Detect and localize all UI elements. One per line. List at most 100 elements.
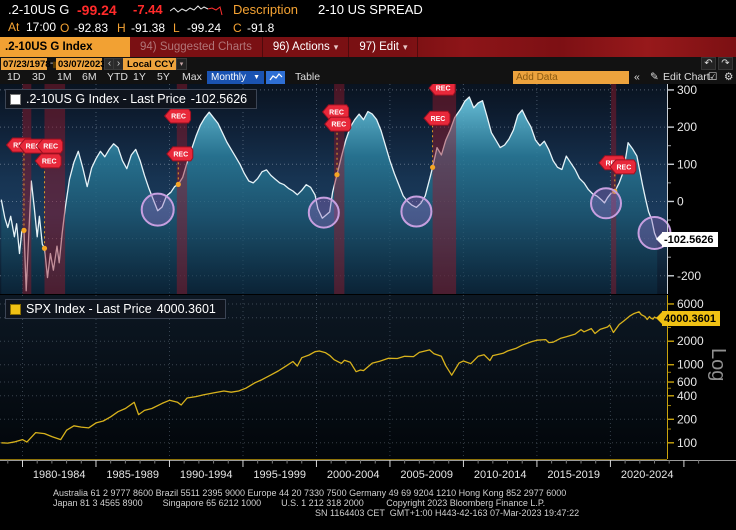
svg-text:400: 400: [677, 389, 697, 403]
at-time: 17:00: [26, 20, 57, 34]
spx-swatch: [10, 303, 21, 315]
ohlc-key: L: [173, 21, 180, 35]
x-axis-label: 1995-1999: [253, 469, 306, 481]
spx-last-value: 4000.3601: [156, 302, 216, 316]
svg-text:300: 300: [677, 84, 697, 97]
dropdown-caret-icon: ▾: [402, 41, 408, 52]
redo-button[interactable]: ↷: [718, 57, 733, 70]
rec-flag: REC: [324, 116, 352, 132]
table-button[interactable]: Table: [295, 71, 320, 83]
security-header: .2-10US G -99.24 -7.44 Description 2-10 …: [0, 0, 736, 20]
footer-session-info: SN 1164403 CET GMT+1:00 H443-42-163 07-M…: [315, 508, 580, 518]
date-to-input[interactable]: 03/07/2023 ▦: [56, 58, 115, 70]
dropdown-caret-icon: ▾: [333, 41, 339, 52]
undo-button[interactable]: ↶: [701, 57, 716, 70]
svg-text:600: 600: [677, 375, 697, 389]
currency-select[interactable]: Local CCY: [123, 58, 179, 70]
x-axis-label: 2005-2009: [400, 469, 453, 481]
svg-text:100: 100: [677, 436, 697, 450]
svg-text:6000: 6000: [677, 297, 704, 311]
price-change: -99.24: [77, 2, 117, 18]
recession-start-dot: [175, 181, 181, 187]
range-button-6m[interactable]: 6M: [82, 71, 97, 83]
line-chart-icon: [269, 73, 282, 81]
range-button-max[interactable]: Max: [182, 71, 202, 83]
svg-text:REC: REC: [436, 86, 451, 93]
range-button-1d[interactable]: 1D: [7, 71, 20, 83]
footer-contacts-1: Australia 61 2 9777 8600 Brazil 5511 239…: [53, 488, 567, 498]
spread-price-tag: -102.5626: [656, 232, 718, 247]
menu-item[interactable]: 96) Actions ▾: [263, 37, 350, 57]
log-scale-label: Log: [707, 348, 729, 381]
inversion-circle: [590, 187, 622, 220]
svg-text:1000: 1000: [677, 358, 704, 372]
security-tab[interactable]: .2-10US G Index: [0, 37, 130, 57]
inversion-circle: [307, 196, 340, 229]
svg-text:100: 100: [677, 157, 697, 171]
footer-contacts-2: Japan 81 3 4565 8900 Singapore 65 6212 1…: [53, 498, 546, 508]
inversion-circle: [400, 195, 433, 228]
inversion-circle: [140, 192, 175, 227]
svg-text:200: 200: [677, 120, 697, 134]
collapse-icon[interactable]: «: [634, 71, 640, 83]
ohlc-key: H: [117, 21, 126, 35]
ohlc-key: C: [233, 21, 242, 35]
x-axis-label: 1990-1994: [180, 469, 233, 481]
x-axis: 1980-1984 1985-1989 1990-1994 1995-1999 2000…: [0, 460, 736, 481]
spx-plot-area[interactable]: [0, 295, 667, 459]
spx-legend: SPX Index - Last Price 4000.3601: [5, 299, 226, 319]
svg-text:REC: REC: [173, 151, 188, 158]
gear-icon[interactable]: ⚙: [724, 71, 733, 83]
description-label: Description: [233, 2, 299, 17]
rec-flag: REC: [166, 146, 194, 162]
svg-text:REC: REC: [617, 164, 632, 171]
menu-item[interactable]: 97) Edit ▾: [349, 37, 419, 57]
rec-flag: REC: [609, 159, 637, 175]
add-data-input[interactable]: [513, 71, 629, 84]
ohlc-value: -99.24: [187, 21, 222, 35]
edit-chart-button[interactable]: Edit Chart: [663, 71, 710, 83]
spx-price-tag: 4000.3601: [656, 311, 720, 326]
ohlc-row: At 17:00 O -92.83 H -91.38 L -99.24 C -91.8: [0, 19, 736, 36]
period-select[interactable]: Monthly ▼: [207, 71, 264, 84]
pencil-icon[interactable]: ✎: [650, 71, 659, 83]
svg-text:REC: REC: [431, 116, 446, 123]
recession-start-dot: [430, 164, 436, 170]
dropdown-arrow-icon: ▼: [253, 74, 260, 81]
date-dash: -: [50, 58, 54, 69]
ohlc-value: -92.83: [74, 21, 109, 35]
svg-text:REC: REC: [171, 114, 186, 121]
x-axis-label: 1980-1984: [33, 469, 86, 481]
spread-last-value: -102.5626: [190, 92, 248, 106]
spread-legend: .2-10US G Index - Last Price -102.5626: [5, 89, 258, 109]
svg-text:0: 0: [677, 194, 684, 208]
rec-flag: REC: [423, 110, 451, 126]
checkbox-icon[interactable]: ☑: [708, 71, 717, 83]
titlebar: .2-10US G Index 94) Suggested Charts 96) …: [0, 37, 736, 57]
svg-text:REC: REC: [329, 109, 344, 116]
svg-text:REC: REC: [43, 144, 58, 151]
range-button-5y[interactable]: 5Y: [157, 71, 170, 83]
menu-item[interactable]: 94) Suggested Charts: [130, 37, 263, 57]
description-value: 2-10 US SPREAD: [318, 2, 423, 17]
recession-start-dot: [21, 227, 27, 233]
mini-sparkline: [170, 5, 223, 16]
date-toolbar: 07/23/1978 ▦ - 03/07/2023 ▦ ‹ › Local CC…: [0, 57, 736, 71]
rec-flag: REC: [34, 153, 62, 169]
bloomberg-terminal-window: .2-10US G -99.24 -7.44 Description 2-10 …: [0, 0, 736, 530]
x-axis-label: 1985-1989: [106, 469, 159, 481]
x-axis-label: 2020-2024: [621, 469, 674, 481]
chart-type-button[interactable]: [266, 71, 285, 84]
rec-flag: REC: [36, 138, 64, 154]
x-axis-label: 2010-2014: [474, 469, 527, 481]
currency-dropdown-arrow[interactable]: ▾: [176, 58, 187, 70]
recession-start-dot: [334, 172, 340, 178]
date-from-input[interactable]: 07/23/1978 ▦: [1, 58, 60, 70]
range-button-1m[interactable]: 1M: [57, 71, 72, 83]
recession-start-dot: [41, 245, 48, 251]
range-button-1y[interactable]: 1Y: [133, 71, 146, 83]
svg-text:REC: REC: [42, 159, 57, 166]
range-button-3d[interactable]: 3D: [32, 71, 45, 83]
range-button-ytd[interactable]: YTD: [107, 71, 128, 83]
price-change-pct: -7.44: [133, 2, 163, 17]
